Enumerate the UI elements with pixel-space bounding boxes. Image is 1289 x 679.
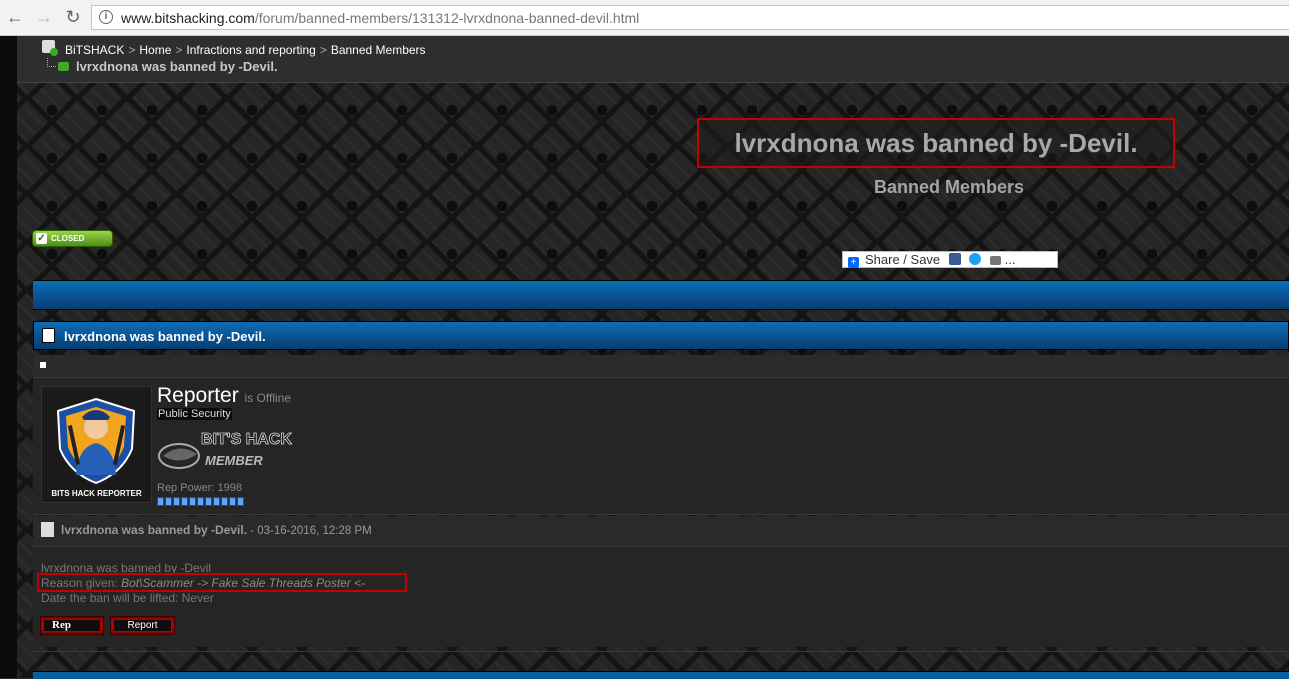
reason-value: Bot\Scammer -> Fake Sale Threads Poster … (121, 576, 366, 590)
post-meta: lvrxdnona was banned by -Devil. - 03-16-… (33, 516, 1289, 547)
post-title: lvrxdnona was banned by -Devil. (61, 523, 248, 537)
rep-block (197, 497, 204, 506)
tree-connector (47, 58, 56, 67)
left-edge (0, 36, 17, 678)
browser-toolbar: ← → ↻ i www.bitshacking.com/forum/banned… (0, 0, 1289, 36)
breadcrumb-banned-members[interactable]: Banned Members (331, 43, 426, 57)
breadcrumb-infractions[interactable]: Infractions and reporting (186, 43, 315, 57)
breadcrumb-links: BiTSHACK > Home > Infractions and reporting >… (65, 43, 426, 57)
rep-block (157, 497, 164, 506)
thread-title: lvrxdnona was banned by -Devil. (734, 128, 1138, 158)
breadcrumb: BiTSHACK > Home > Infractions and reporting >… (17, 36, 1289, 83)
url-text[interactable]: www.bitshacking.com/forum/banned-members… (121, 10, 639, 26)
rep-block (181, 497, 188, 506)
breadcrumb-separator: > (175, 43, 183, 57)
rep-button-label: Rep (43, 619, 101, 632)
breadcrumb-separator: > (319, 43, 327, 57)
more-share-label[interactable]: ... (1005, 252, 1016, 267)
reload-icon[interactable]: ↻ (62, 6, 84, 28)
document-icon (42, 328, 55, 343)
avatar-caption: BITS HACK REPORTER (51, 489, 142, 498)
post-date-bar (33, 355, 1289, 378)
user-title: Public Security (157, 408, 232, 420)
share-label: Share / Save (865, 252, 941, 267)
post-header: lvrxdnona was banned by -Devil. (33, 321, 1289, 350)
member-rank-icon: BIT'S HACK MEMBER (158, 431, 293, 469)
breadcrumb-site[interactable]: BiTSHACK (65, 43, 124, 57)
closed-badge: ✓ CLOSED (32, 230, 113, 247)
thread-toolbar (33, 280, 1289, 310)
url-domain: www.bitshacking.com (121, 10, 255, 26)
post-title-date: lvrxdnona was banned by -Devil. - 03-16-… (61, 523, 372, 537)
url-path: /forum/banned-members/131312-lvrxdnona-b… (254, 10, 640, 26)
post-icon (41, 522, 54, 537)
site-home-icon[interactable] (42, 40, 58, 56)
rank-text-top: BIT'S HACK (201, 431, 292, 448)
reason-label: Reason given: (41, 576, 122, 590)
post-header-title: lvrxdnona was banned by -Devil. (64, 329, 266, 344)
check-icon: ✓ (36, 233, 47, 244)
breadcrumb-separator: > (128, 43, 136, 57)
back-icon[interactable]: ← (4, 6, 26, 28)
rep-block (237, 497, 244, 506)
twitter-icon[interactable] (969, 253, 982, 265)
address-bar[interactable]: i www.bitshacking.com/forum/banned-membe… (91, 5, 1289, 30)
online-status: is Offline (244, 391, 292, 405)
post-body: lvrxdnona was banned by -Devil Reason gi… (33, 547, 1289, 647)
closed-label: CLOSED (51, 234, 85, 243)
rep-block (189, 497, 196, 506)
plus-icon: + (848, 257, 859, 268)
report-button-label: Report (113, 619, 172, 632)
username[interactable]: Reporter is Offline (157, 384, 291, 408)
forum-name[interactable]: Banned Members (697, 177, 1201, 198)
share-save-button[interactable]: + Share / Save ... (842, 251, 1058, 268)
rep-block (173, 497, 180, 506)
thread-arrow-icon (58, 62, 69, 71)
rep-block (229, 497, 236, 506)
rep-button[interactable]: Rep (40, 616, 104, 635)
rep-block (213, 497, 220, 506)
post-date: - 03-16-2016, 12:28 PM (247, 525, 372, 537)
thread-title-box: lvrxdnona was banned by -Devil. (697, 118, 1175, 168)
rep-power: Rep Power: 1998 (157, 482, 242, 494)
user-info: BITS HACK REPORTER Reporter is Offline P… (33, 378, 1289, 515)
post-status-icon (40, 362, 46, 368)
rep-block (205, 497, 212, 506)
ban-reason: Reason given: Bot\Scammer -> Fake Sale T… (41, 576, 365, 590)
rep-block (221, 497, 228, 506)
report-button[interactable]: Report (110, 616, 175, 635)
username-text[interactable]: Reporter (157, 384, 239, 407)
reputation-bar (157, 497, 245, 506)
ban-lift-date: Date the ban will be lifted: Never (41, 591, 214, 605)
breadcrumb-home[interactable]: Home (139, 43, 171, 57)
reporter-badge-icon (56, 397, 136, 485)
rep-block (165, 497, 172, 506)
avatar[interactable]: BITS HACK REPORTER (41, 386, 152, 503)
rank-text-bottom: MEMBER (205, 453, 263, 468)
forward-share-icon[interactable] (990, 256, 1002, 265)
divider (33, 651, 1289, 652)
breadcrumb-current: lvrxdnona was banned by -Devil. (76, 59, 278, 74)
forward-icon[interactable]: → (33, 6, 55, 28)
info-icon[interactable]: i (99, 10, 113, 24)
facebook-icon[interactable] (948, 253, 961, 265)
